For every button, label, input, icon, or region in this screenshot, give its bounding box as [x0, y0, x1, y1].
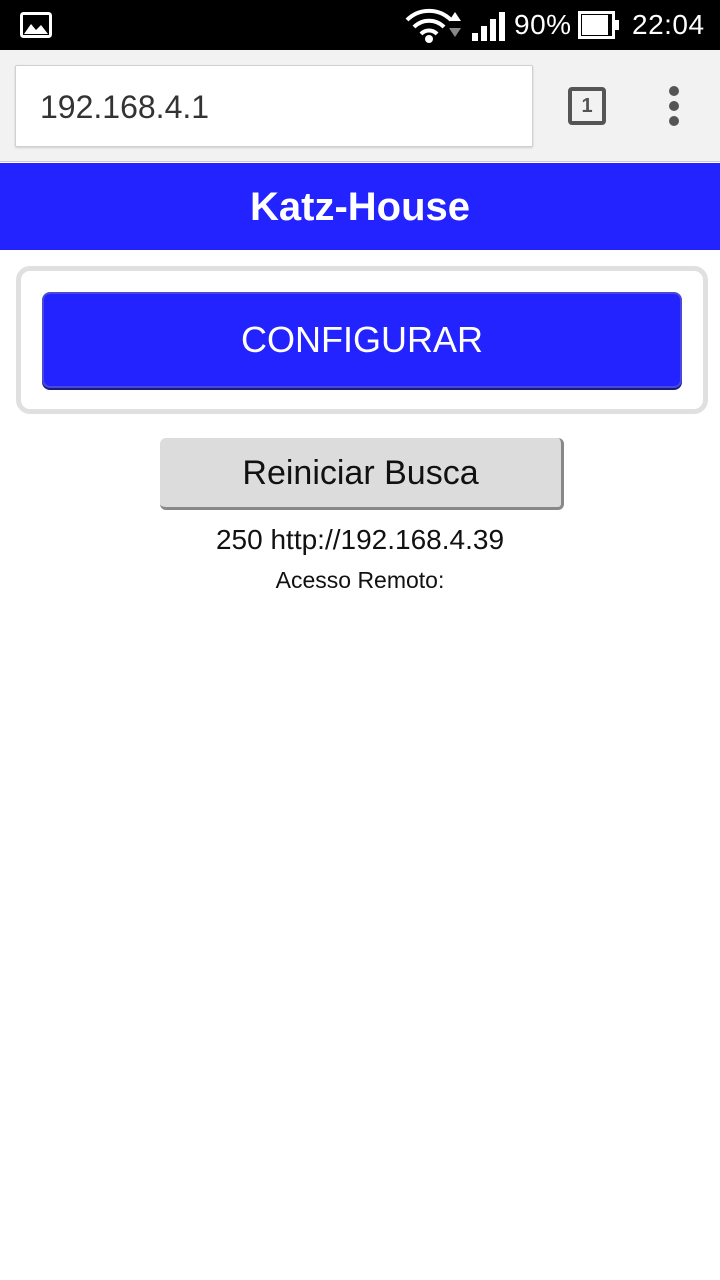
page-title: Katz-House	[249, 184, 471, 229]
signal-icon	[472, 12, 505, 41]
restart-search-button[interactable]: Reiniciar Busca	[160, 438, 564, 510]
menu-dot	[669, 101, 679, 111]
site-header: Katz-House	[0, 163, 720, 250]
data-arrows-icon	[449, 12, 461, 37]
url-bar[interactable]: 192.168.4.1	[15, 65, 533, 147]
browser-toolbar: 192.168.4.1 1	[0, 50, 720, 162]
status-bar: 90% 22:04	[0, 0, 720, 50]
tab-count: 1	[581, 95, 593, 117]
tab-switcher-button[interactable]: 1	[568, 87, 606, 125]
remote-access-label: Acesso Remoto:	[275, 567, 445, 593]
menu-dot	[669, 116, 679, 126]
battery-icon	[578, 11, 619, 39]
url-text: 192.168.4.1	[40, 89, 210, 125]
gallery-icon	[20, 12, 52, 38]
battery-percent: 90%	[514, 9, 572, 40]
wifi-icon	[405, 8, 453, 43]
device-info-text: 250 http://192.168.4.39	[215, 524, 505, 555]
configure-button[interactable]: CONFIGURAR	[42, 292, 682, 388]
clock: 22:04	[632, 9, 705, 40]
more-vert-icon[interactable]	[660, 86, 688, 126]
menu-dot	[669, 86, 679, 96]
configure-panel: CONFIGURAR	[16, 266, 708, 414]
